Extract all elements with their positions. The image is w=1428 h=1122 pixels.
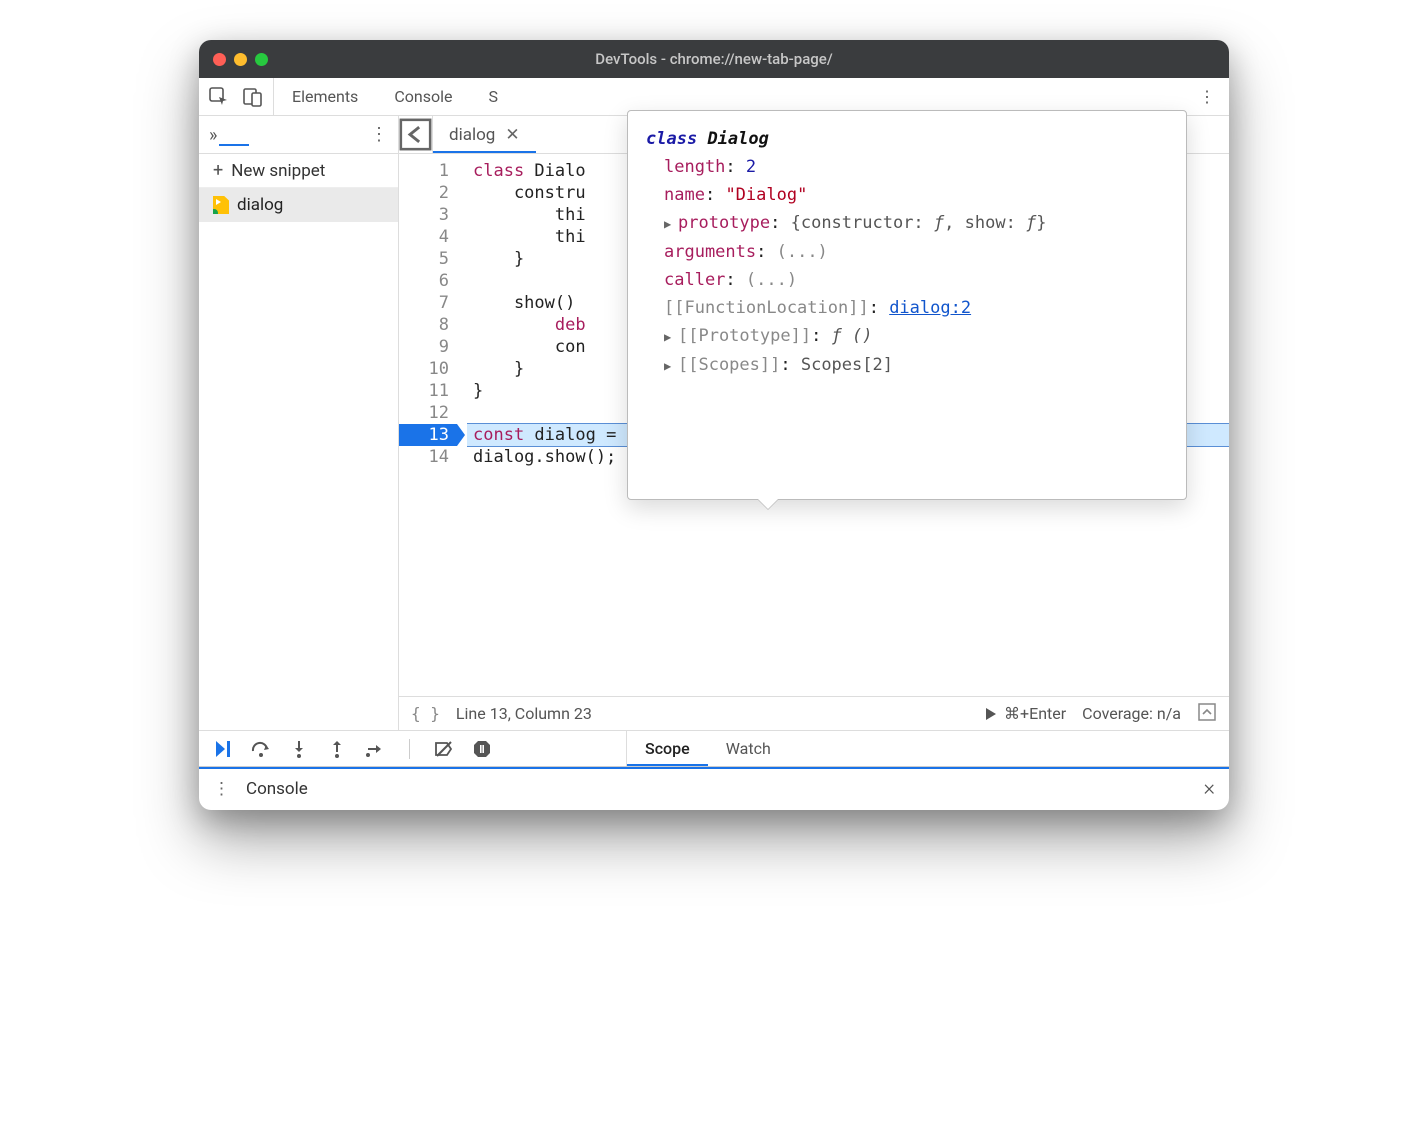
step-out-icon[interactable] (327, 739, 347, 759)
navigator-sidebar: » ⋮ + New snippet dialog (199, 116, 399, 730)
step-into-icon[interactable] (289, 739, 309, 759)
cursor-position: Line 13, Column 23 (456, 704, 592, 723)
snippet-file-icon (213, 196, 229, 214)
new-snippet-label: New snippet (231, 161, 325, 181)
line-gutter: 1234567891011121314 (399, 154, 467, 696)
expand-prototype[interactable]: ▶prototype: {constructor: ƒ, show: ƒ} (664, 209, 1168, 238)
device-toggle-icon[interactable] (243, 87, 263, 107)
debugger-toolbar: Scope Watch (199, 730, 1229, 766)
tab-console[interactable]: Console (376, 78, 470, 115)
tab-watch[interactable]: Watch (708, 731, 789, 766)
drawer-menu-icon[interactable]: ⋮ (213, 779, 230, 799)
expand-editor-icon[interactable] (1197, 702, 1217, 726)
pretty-print-icon[interactable]: { } (411, 704, 440, 723)
step-over-icon[interactable] (251, 739, 271, 759)
snippet-item-dialog[interactable]: dialog (199, 188, 398, 222)
inspect-tools (199, 78, 274, 115)
close-tab-icon[interactable]: ✕ (505, 125, 519, 145)
file-tab-dialog[interactable]: dialog ✕ (433, 116, 536, 153)
tab-sources-partial[interactable]: S (470, 78, 516, 115)
file-tab-label: dialog (449, 125, 495, 145)
resume-icon[interactable] (213, 739, 233, 759)
pause-on-exception-icon[interactable] (472, 739, 492, 759)
settings-icon[interactable]: ⋮ (1197, 87, 1217, 107)
popover-header: class Dialog (646, 125, 1168, 153)
expand-proto-internal[interactable]: ▶[[Prototype]]: ƒ () (664, 322, 1168, 351)
titlebar: DevTools - chrome://new-tab-page/ (199, 40, 1229, 78)
navigate-back-button[interactable] (399, 116, 433, 153)
tab-scope[interactable]: Scope (627, 731, 708, 766)
devtools-window: DevTools - chrome://new-tab-page/ Elemen… (199, 40, 1229, 810)
coverage-label: Coverage: n/a (1082, 704, 1181, 723)
debugger-controls (199, 731, 627, 766)
expand-scopes[interactable]: ▶[[Scopes]]: Scopes[2] (664, 351, 1168, 380)
expand-navigator-icon[interactable]: » (209, 125, 217, 146)
navigator-tabs: » ⋮ (199, 116, 398, 154)
inspect-element-icon[interactable] (209, 87, 229, 107)
deactivate-breakpoints-icon[interactable] (434, 739, 454, 759)
step-icon[interactable] (365, 739, 385, 759)
sidebar-pane-tabs: Scope Watch (627, 731, 789, 766)
drawer-tab-console[interactable]: Console (246, 779, 308, 799)
tab-elements[interactable]: Elements (274, 78, 376, 115)
editor-status-bar: { } Line 13, Column 23 ⌘+Enter Coverage:… (399, 696, 1229, 730)
window-title: DevTools - chrome://new-tab-page/ (199, 50, 1229, 68)
navigator-more-icon[interactable]: ⋮ (370, 124, 388, 145)
object-preview-popover: class Dialog length: 2 name: "Dialog" ▶p… (627, 110, 1187, 500)
console-drawer: ⋮ Console × (199, 766, 1229, 810)
run-snippet-button[interactable]: ⌘+Enter (984, 704, 1066, 723)
panel-tabs: Elements Console S (274, 78, 516, 115)
function-location-link[interactable]: dialog:2 (889, 298, 971, 318)
snippet-item-label: dialog (237, 195, 283, 215)
toolbar-divider (409, 739, 410, 759)
close-drawer-icon[interactable]: × (1203, 776, 1215, 801)
plus-icon: + (213, 160, 223, 181)
new-snippet-button[interactable]: + New snippet (199, 154, 398, 188)
run-shortcut-label: ⌘+Enter (1004, 704, 1066, 723)
